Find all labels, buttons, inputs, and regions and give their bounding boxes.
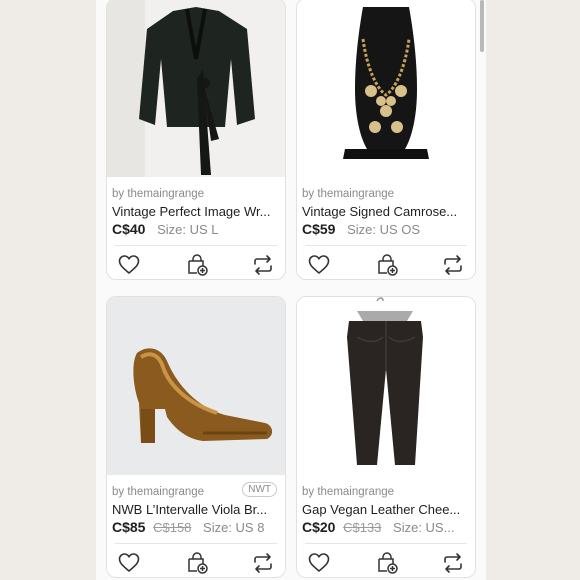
nwt-badge: NWT	[242, 482, 277, 497]
share-button[interactable]	[251, 551, 275, 575]
like-button[interactable]	[117, 253, 141, 277]
heart-icon	[308, 553, 330, 572]
listing-price: C$85	[112, 519, 146, 535]
bundle-bag-icon	[188, 254, 208, 276]
divider	[115, 543, 277, 544]
share-button[interactable]	[251, 253, 275, 277]
seller-name[interactable]: by themaingrange	[302, 188, 394, 200]
listing-size: Size: US 8	[203, 520, 265, 535]
action-bar	[297, 253, 475, 277]
scrollbar[interactable]	[480, 0, 484, 52]
listing-size: Size: US L	[157, 222, 219, 237]
price-row: C$20 C$133 Size: US...	[302, 519, 469, 535]
share-button[interactable]	[441, 253, 465, 277]
listing-size: Size: US...	[393, 520, 455, 535]
share-icon	[254, 255, 272, 275]
seller-name[interactable]: by themaingrange	[302, 486, 394, 498]
bundle-button[interactable]	[185, 253, 209, 277]
share-icon	[254, 553, 272, 573]
listing-card[interactable]: by themaingrange Vintage Perfect Image W…	[106, 0, 286, 280]
listing-size: Size: US OS	[347, 222, 421, 237]
share-icon	[444, 255, 462, 275]
bundle-button[interactable]	[185, 551, 209, 575]
like-button[interactable]	[307, 551, 331, 575]
action-bar	[297, 551, 475, 575]
listing-photo-necklace[interactable]	[297, 0, 475, 177]
seller-name[interactable]: by themaingrange	[112, 486, 204, 498]
divider	[305, 543, 467, 544]
price-row: C$59 Size: US OS	[302, 221, 469, 237]
original-price: C$158	[153, 520, 192, 535]
divider	[115, 245, 277, 246]
listing-price: C$40	[112, 221, 146, 237]
bundle-bag-icon	[378, 552, 398, 574]
listing-photo-blazer[interactable]	[107, 0, 285, 177]
seller-name[interactable]: by themaingrange	[112, 188, 204, 200]
listing-card[interactable]: by themaingrange Vintage Signed Camrose.…	[296, 0, 476, 280]
action-bar	[107, 551, 285, 575]
listing-card[interactable]: by themaingrange Gap Vegan Leather Chee.…	[296, 296, 476, 578]
bundle-bag-icon	[378, 254, 398, 276]
listing-card[interactable]: by themaingrange NWT NWB L’Intervalle Vi…	[106, 296, 286, 578]
listing-price: C$59	[302, 221, 336, 237]
listing-price: C$20	[302, 519, 336, 535]
price-row: C$85 C$158 Size: US 8	[112, 519, 279, 535]
bundle-button[interactable]	[375, 551, 399, 575]
listing-title[interactable]: Gap Vegan Leather Chee...	[302, 502, 469, 517]
heart-icon	[308, 255, 330, 274]
bundle-bag-icon	[188, 552, 208, 574]
original-price: C$133	[343, 520, 382, 535]
share-icon	[444, 553, 462, 573]
divider	[305, 245, 467, 246]
share-button[interactable]	[441, 551, 465, 575]
like-button[interactable]	[307, 253, 331, 277]
price-row: C$40 Size: US L	[112, 221, 279, 237]
bundle-button[interactable]	[375, 253, 399, 277]
listing-title[interactable]: Vintage Signed Camrose...	[302, 204, 469, 219]
listing-title[interactable]: NWB L’Intervalle Viola Br...	[112, 502, 279, 517]
listing-photo-shoe[interactable]	[107, 297, 285, 475]
action-bar	[107, 253, 285, 277]
like-button[interactable]	[117, 551, 141, 575]
listing-title[interactable]: Vintage Perfect Image Wr...	[112, 204, 279, 219]
heart-icon	[118, 553, 140, 572]
listings-screen: by themaingrange Vintage Perfect Image W…	[96, 0, 486, 580]
heart-icon	[118, 255, 140, 274]
listing-photo-pants[interactable]	[297, 297, 475, 475]
